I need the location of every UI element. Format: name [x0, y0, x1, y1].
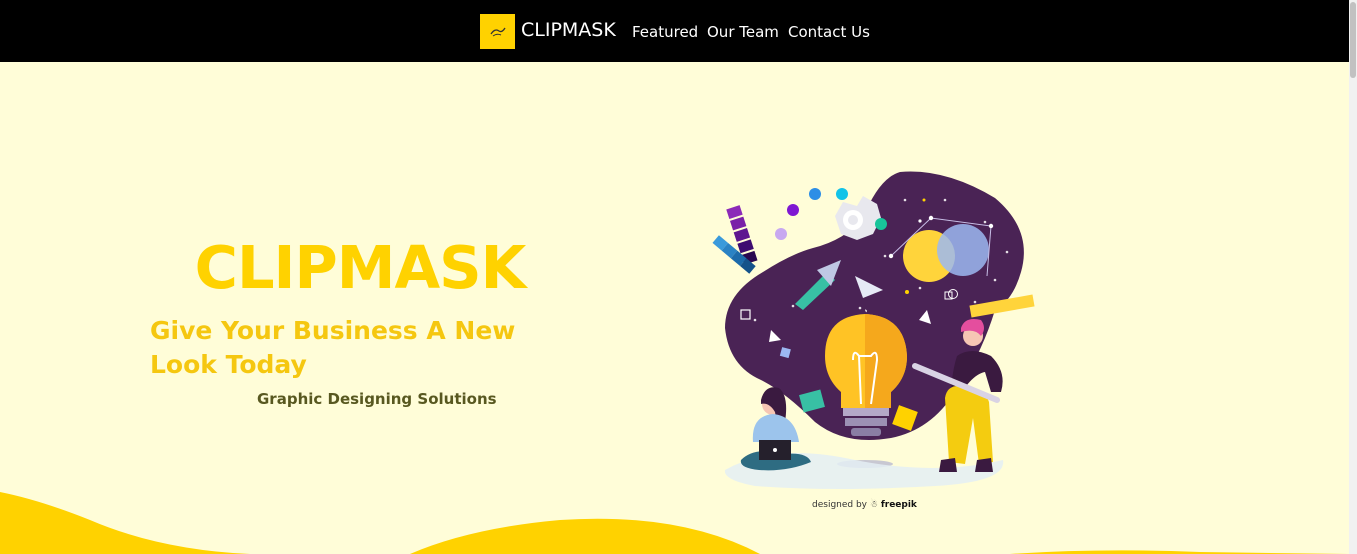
hero-subtitle: Give Your Business A New Look Today — [150, 316, 516, 379]
nav-link-our-team[interactable]: Our Team — [707, 22, 779, 42]
creative-ideas-illustration — [712, 171, 1035, 489]
nav-link-contact-us[interactable]: Contact Us — [788, 22, 870, 42]
hero-tagline: Graphic Designing Solutions — [257, 390, 497, 408]
credit-prefix: designed by — [812, 500, 868, 510]
illustration-credit: designed by ☃ freepik — [812, 499, 917, 511]
scrollbar-thumb[interactable] — [1350, 2, 1356, 78]
freepik-icon: ☃ — [869, 500, 878, 510]
credit-brand: freepik — [880, 500, 917, 510]
navbar: CLIPMASK Featured Our Team Contact Us — [0, 0, 1349, 62]
nav-link-featured[interactable]: Featured — [632, 22, 698, 42]
yellow-wave-decoration — [0, 492, 1349, 554]
hero-title: CLIPMASK — [194, 233, 527, 302]
brand-name[interactable]: CLIPMASK — [521, 18, 616, 42]
brush-logo-icon[interactable] — [480, 14, 515, 49]
vertical-scrollbar[interactable] — [1349, 0, 1357, 554]
